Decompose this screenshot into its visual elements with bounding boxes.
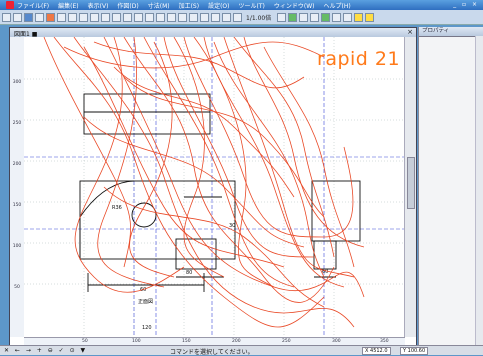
measure-button[interactable] (288, 12, 298, 22)
save-button[interactable] (24, 12, 33, 22)
scale-readout[interactable]: 1/1.00倍 (246, 13, 271, 22)
cut-button[interactable] (46, 12, 55, 22)
dimension-label: R36 (112, 205, 122, 211)
zoom-out-button[interactable] (112, 12, 121, 22)
menu-tools[interactable]: ツール(T) (239, 1, 265, 10)
menu-bar: ファイル(F) 編集(E) 表示(V) 作図(D) 寸法(M) 加工(S) 設定… (0, 0, 483, 10)
ruler-tick: 200 (12, 162, 22, 167)
snap-button[interactable] (167, 12, 176, 22)
menu-window[interactable]: ウィンドウ(W) (274, 1, 315, 10)
toolbar: 1/1.00倍 (0, 10, 483, 25)
zoom-fit-button[interactable] (123, 12, 132, 22)
ruler-tick: 100 (12, 244, 22, 249)
menu-settings[interactable]: 設定(O) (208, 1, 229, 10)
menu-dimension[interactable]: 寸法(M) (148, 1, 170, 10)
text-button[interactable] (233, 12, 242, 22)
window-controls[interactable]: _ ▫ × (453, 1, 479, 8)
product-logo: 図脳 rapid 21 (286, 48, 400, 70)
scrollbar-thumb[interactable] (407, 157, 415, 209)
dimension-label: 30 (229, 223, 235, 229)
layer-button[interactable] (145, 12, 154, 22)
ruler-tick: 300 (332, 339, 341, 344)
print-preview-button[interactable] (332, 12, 342, 22)
menu-view[interactable]: 表示(V) (88, 1, 109, 10)
dimension-label: 80 (186, 270, 192, 276)
drawing-text-label: 正面図 (138, 299, 153, 305)
app-icon (6, 1, 14, 9)
block-button[interactable] (310, 12, 320, 22)
undo-button[interactable] (79, 12, 88, 22)
print-button[interactable] (35, 12, 44, 22)
ruler-tick: 100 (132, 339, 141, 344)
property-panel-title: プロパティ (419, 27, 483, 37)
drawing-svg: 60 80 120 R36 60 30 正面図 (24, 37, 405, 337)
menu-edit[interactable]: 編集(E) (58, 1, 78, 10)
paste-button[interactable] (68, 12, 77, 22)
menu-help[interactable]: ヘルプ(H) (323, 1, 350, 10)
property-panel: プロパティ (418, 27, 483, 345)
pan-button[interactable] (134, 12, 143, 22)
ruler-tick: 250 (12, 121, 22, 126)
grid-button[interactable] (156, 12, 165, 22)
ruler-tick: 350 (380, 339, 389, 344)
zoom-in-button[interactable] (101, 12, 110, 22)
rect-button[interactable] (222, 12, 231, 22)
menu-file[interactable]: ファイル(F) (17, 1, 49, 10)
logo-wordmark: rapid 21 (317, 48, 401, 70)
drawing-window: 図面1 ■ × 300 250 200 150 100 50 60 80 120… (9, 27, 417, 347)
arc-button[interactable] (211, 12, 220, 22)
help-button[interactable] (354, 12, 364, 22)
vertical-ruler: 300 250 200 150 100 50 (10, 37, 25, 337)
ruler-tick: 50 (82, 339, 88, 344)
circle-button[interactable] (200, 12, 209, 22)
ruler-tick: 200 (232, 339, 241, 344)
ruler-tick: 150 (12, 203, 22, 208)
menu-draw[interactable]: 作図(D) (117, 1, 138, 10)
menu-process[interactable]: 加工(S) (179, 1, 200, 10)
property-button[interactable] (321, 12, 331, 22)
copy-button[interactable] (57, 12, 66, 22)
hatch-button[interactable] (299, 12, 309, 22)
new-file-button[interactable] (2, 12, 11, 22)
redo-button[interactable] (90, 12, 99, 22)
close-icon[interactable]: × (407, 28, 413, 36)
logo-mark: 図脳 (286, 50, 315, 69)
info-button[interactable] (365, 12, 375, 22)
library-button[interactable] (343, 12, 353, 22)
status-message: コマンドを選択してください。 (170, 349, 254, 356)
ruler-tick: 50 (14, 285, 20, 290)
dim-button[interactable] (277, 12, 287, 22)
ortho-button[interactable] (178, 12, 187, 22)
snap-tools[interactable]: ✕ ← → + ⊖ ✓ ⊙ ▼ (4, 347, 87, 354)
drawing-canvas[interactable]: 60 80 120 R36 60 30 正面図 (24, 37, 405, 337)
line-button[interactable] (189, 12, 198, 22)
panel-scrollbar[interactable] (475, 36, 483, 345)
ruler-tick: 150 (182, 339, 191, 344)
ruler-tick: 250 (282, 339, 291, 344)
ruler-tick: 300 (12, 80, 22, 85)
open-file-button[interactable] (13, 12, 22, 22)
dimension-label: 120 (142, 325, 152, 331)
vertical-scrollbar[interactable] (404, 37, 416, 337)
